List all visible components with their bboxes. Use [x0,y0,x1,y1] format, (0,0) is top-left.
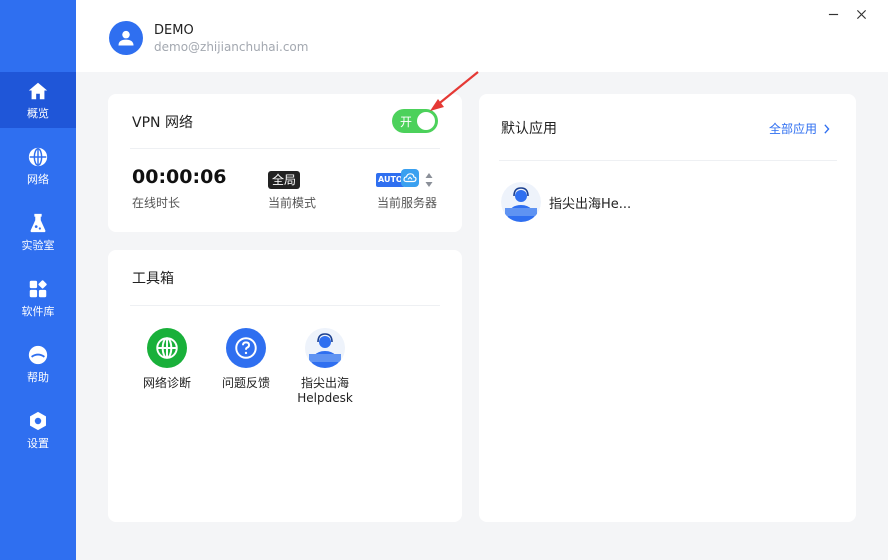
divider [130,305,440,306]
all-apps-link[interactable]: 全部应用 [769,120,830,137]
sidebar-item-label: 概览 [27,106,49,120]
vpn-card: VPN 网络 开 00:00:06 在线时长 全局 当前模式 AUTO 当前服务… [108,94,462,232]
toolbox-card: 工具箱 网络诊断 问题反馈 指尖出海 Helpdesk [108,250,462,522]
sidebar-item-label: 网络 [27,172,49,186]
tool-label: 网络诊断 [142,376,191,390]
sidebar-item-overview[interactable]: 概览 [0,72,76,128]
minimize-button[interactable] [825,6,841,22]
home-icon [28,82,48,99]
default-apps-title: 默认应用 [501,121,557,137]
default-apps-card: 默认应用 全部应用 指尖出海He... [479,94,856,522]
tool-label-line2: Helpdesk [297,391,353,405]
online-time-label: 在线时长 [132,196,181,210]
app-name: 指尖出海He... [549,196,632,212]
sidebar-item-label: 帮助 [27,370,49,384]
online-time-value: 00:00:06 [132,166,227,188]
tool-label: 指尖出海 Helpdesk [297,376,353,406]
annotation-arrow-icon [430,71,479,111]
mode-label: 当前模式 [268,196,317,210]
sidebar-item-help[interactable]: 帮助 [0,336,76,392]
user-name: DEMO [154,23,194,38]
sidebar-item-lab[interactable]: 实验室 [0,204,76,260]
helpdesk-avatar-icon [501,182,541,222]
sidebar-item-label: 设置 [27,436,49,450]
sidebar-item-settings[interactable]: 设置 [0,402,76,458]
cloud-icon [403,173,417,183]
flask-icon [30,213,46,232]
sidebar-item-software[interactable]: 软件库 [0,270,76,326]
server-label: 当前服务器 [377,196,438,210]
user-icon [118,30,134,46]
all-apps-label: 全部应用 [769,122,818,136]
minimize-icon [828,13,838,15]
user-avatar[interactable] [109,21,143,55]
toolbox-title: 工具箱 [132,271,174,287]
sidebar: 概览 网络 实验室 软件库 帮助 设置 [0,0,76,560]
sidebar-item-label: 软件库 [21,304,55,318]
header: DEMO demo@zhijianchuhai.com [76,0,888,72]
question-icon [226,328,266,368]
help-icon [28,345,48,364]
gear-icon [30,411,46,430]
tool-feedback[interactable]: 问题反馈 [206,328,286,391]
helpdesk-avatar-icon [305,328,345,368]
tool-helpdesk[interactable]: 指尖出海 Helpdesk [285,328,365,406]
chevron-right-icon [824,123,830,134]
mode-badge[interactable]: 全局 [268,171,301,189]
close-button[interactable] [853,6,869,22]
user-email: demo@zhijianchuhai.com [154,40,309,54]
tool-label: 问题反馈 [221,376,270,390]
vpn-toggle-label: 开 [400,115,413,129]
sort-arrows-icon[interactable] [425,172,433,188]
app-item-helpdesk[interactable]: 指尖出海He... [501,182,631,222]
divider [499,160,837,161]
tool-label-line1: 指尖出海 [300,376,349,390]
sidebar-item-label: 实验室 [21,238,55,252]
globe-icon [28,147,48,166]
divider [130,148,440,149]
server-cloud-icon[interactable] [401,169,419,187]
toggle-knob [417,112,435,130]
tool-network-diagnosis[interactable]: 网络诊断 [127,328,207,391]
sidebar-item-network[interactable]: 网络 [0,138,76,194]
vpn-title: VPN 网络 [132,115,193,131]
close-icon [856,9,866,19]
apps-icon [29,279,47,297]
globe-icon [147,328,187,368]
